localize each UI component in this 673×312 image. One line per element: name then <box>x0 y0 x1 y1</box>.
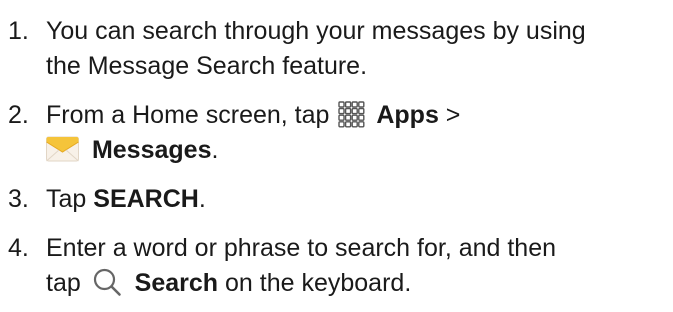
step-text: tap <box>46 269 81 297</box>
messages-label: Messages <box>91 136 212 164</box>
envelope-icon <box>46 136 79 162</box>
instruction-list: 1. You can search through your messages … <box>0 0 673 301</box>
step-text: on the keyboard. <box>225 269 412 297</box>
step-number: 4. <box>8 234 29 262</box>
step-4: 4. Enter a word or phrase to search for,… <box>0 231 673 301</box>
apps-grid-icon <box>338 101 365 128</box>
magnifier-icon <box>93 269 121 297</box>
step-text: You can search through your messages by … <box>46 17 586 45</box>
separator: > <box>445 101 461 129</box>
period: . <box>211 136 219 164</box>
step-2: 2. From a Home screen, tap Apps > Messag… <box>0 98 673 168</box>
period: . <box>198 185 206 213</box>
step-text-line: Tap SEARCH. <box>46 182 673 217</box>
search-key-label: Search <box>134 269 219 297</box>
step-number: 2. <box>8 101 29 129</box>
search-label: SEARCH <box>93 185 199 213</box>
step-text: From a Home screen, tap <box>46 101 330 129</box>
apps-label: Apps <box>376 101 439 129</box>
step-text-line-2: tap Search on the keyboard. <box>46 266 673 301</box>
step-number: 3. <box>8 185 29 213</box>
step-text-line-2: Messages. <box>46 133 673 168</box>
step-text: the Message Search feature. <box>46 52 368 80</box>
step-text: Enter a word or phrase to search for, an… <box>46 234 557 262</box>
step-number: 1. <box>8 17 29 45</box>
step-text-line-1: From a Home screen, tap Apps > <box>46 98 673 133</box>
step-text: Tap <box>46 185 87 213</box>
step-3: 3. Tap SEARCH. <box>0 182 673 217</box>
step-1: 1. You can search through your messages … <box>0 14 673 84</box>
